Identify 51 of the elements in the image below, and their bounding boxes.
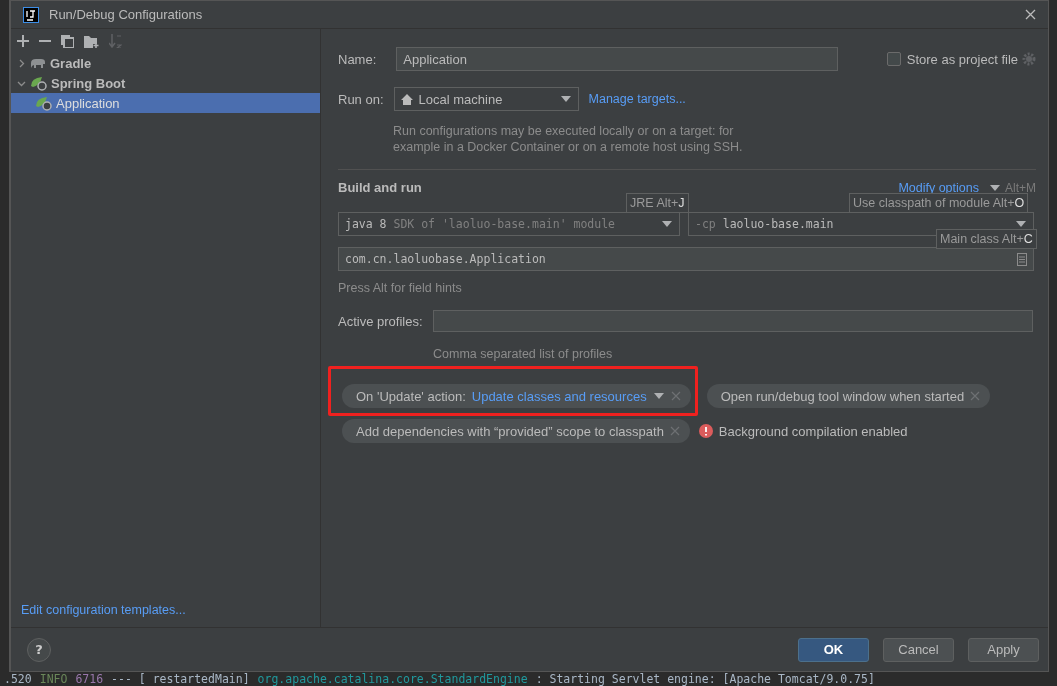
shortcut-tooltip: Main class Alt+C xyxy=(936,229,1037,249)
dialog-button[interactable]: Apply xyxy=(968,637,1039,662)
chevron-right-icon[interactable] xyxy=(17,58,26,68)
option-chip[interactable]: On 'Update' action: Update classes and resources xyxy=(342,384,691,408)
leaf-gear-icon xyxy=(30,75,47,91)
error-icon xyxy=(698,424,713,438)
store-label: Store as project file xyxy=(906,51,1018,67)
shortcut-tooltip: JRE Alt+J xyxy=(626,193,689,213)
run-on-hint: Run configurations may be executed locally or on a target: for example in a Docker Container or on a remote host using SSH. xyxy=(393,123,744,155)
app-logo-icon xyxy=(23,6,39,23)
dialog-button[interactable]: Cancel xyxy=(883,637,954,662)
manage-targets-link[interactable]: Manage targets... xyxy=(588,92,686,106)
folder-plus-icon[interactable] xyxy=(84,34,99,48)
caret-icon xyxy=(661,220,673,228)
tree-item[interactable]: Application xyxy=(11,93,320,113)
document-icon[interactable] xyxy=(1017,252,1027,266)
field-hint: Press Alt for field hints xyxy=(338,280,463,296)
option-chip[interactable]: Add dependencies with “provided” scope to classpath xyxy=(342,419,690,443)
caret-icon xyxy=(559,95,572,103)
profiles-hint: Comma separated list of profiles xyxy=(433,346,614,362)
home-icon xyxy=(400,93,413,105)
profiles-field[interactable] xyxy=(432,310,1033,332)
gear-icon[interactable] xyxy=(1022,52,1036,66)
shortcut-text: Alt+M xyxy=(1005,180,1036,195)
tree-item[interactable]: Gradle xyxy=(11,53,320,73)
dialog-button[interactable]: OK xyxy=(798,637,869,662)
run-on-dropdown[interactable]: Local machine xyxy=(393,87,579,111)
console-log-line: .520 INFO 6716 --- [ restartedMain] org.apache.catalina.core.StandardEngine : Starting Servlet engine: [Apache Tomcat/9.0.75] xyxy=(3,672,876,686)
templates-link[interactable]: Edit configuration templates... xyxy=(21,603,320,617)
help-button[interactable]: ? xyxy=(27,637,51,662)
jre-dropdown[interactable]: java 8 SDK of 'laoluo-base.main' module xyxy=(338,212,680,236)
profiles-label: Active profiles: xyxy=(338,313,423,329)
shortcut-tooltip: Use classpath of module Alt+O xyxy=(849,193,1029,213)
leaf-gear-icon xyxy=(35,95,52,111)
modify-options-link[interactable]: Modify options xyxy=(898,180,979,195)
add-icon[interactable] xyxy=(17,35,29,47)
store-checkbox[interactable] xyxy=(886,52,901,66)
tree-item[interactable]: Spring Boot xyxy=(11,73,320,93)
elephant-icon xyxy=(30,57,46,69)
name-label: Name: xyxy=(338,51,377,67)
window-title: Run/Debug Configurations xyxy=(49,7,204,22)
close-icon[interactable] xyxy=(1025,9,1036,20)
section-title: Build and run xyxy=(338,180,422,195)
run-on-label: Run on: xyxy=(338,91,384,107)
chevron-down-icon xyxy=(989,183,1001,192)
name-field[interactable]: Application xyxy=(396,47,839,71)
chevron-down-icon xyxy=(652,392,665,400)
main-class-field[interactable]: com.cn.laoluobase.Application xyxy=(338,247,1034,271)
warning-text: Background compilation enabled xyxy=(718,423,908,439)
option-chip[interactable]: Open run/debug tool window when started xyxy=(706,384,991,408)
copy-icon[interactable] xyxy=(61,34,74,48)
